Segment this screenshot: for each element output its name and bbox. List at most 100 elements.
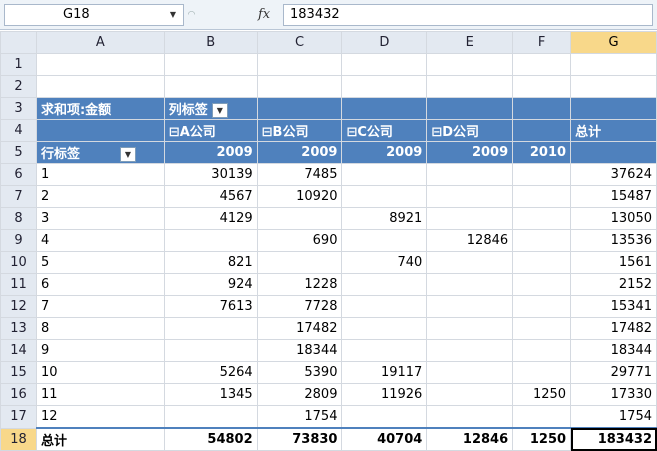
row-header[interactable]: 7: [0, 185, 37, 208]
pivot-value-cell[interactable]: 1345: [163, 383, 258, 406]
pivot-value-cell[interactable]: 1754: [570, 405, 657, 429]
grand-total-label[interactable]: 总计: [35, 427, 165, 451]
formula-bar-resize-icon[interactable]: ◜◝: [188, 4, 212, 26]
column-header-f[interactable]: F: [512, 31, 572, 54]
pivot-value-cell[interactable]: [163, 339, 258, 362]
cell[interactable]: [512, 97, 572, 120]
row-header[interactable]: 15: [0, 361, 37, 384]
pivot-value-cell[interactable]: [256, 251, 343, 274]
pivot-value-cell[interactable]: [341, 229, 428, 252]
pivot-value-cell[interactable]: [512, 405, 572, 429]
pivot-value-cell[interactable]: 15341: [570, 295, 657, 318]
cell[interactable]: [256, 75, 343, 98]
pivot-value-cell[interactable]: [426, 185, 514, 208]
select-all-corner[interactable]: [0, 31, 37, 54]
column-header-g[interactable]: G: [570, 31, 657, 54]
pivot-value-cell[interactable]: 17482: [570, 317, 657, 340]
cell[interactable]: [426, 53, 514, 76]
pivot-row-key[interactable]: 8: [35, 317, 165, 340]
pivot-value-cell[interactable]: 740: [341, 251, 428, 274]
pivot-value-cell[interactable]: [341, 405, 428, 429]
pivot-value-cell[interactable]: 17482: [256, 317, 343, 340]
pivot-value-cell[interactable]: [163, 229, 258, 252]
name-box-dropdown-icon[interactable]: ▼: [166, 4, 180, 26]
cell[interactable]: [163, 75, 258, 98]
row-header[interactable]: 13: [0, 317, 37, 340]
row-header[interactable]: 6: [0, 163, 37, 186]
pivot-value-cell[interactable]: 37624: [570, 163, 657, 186]
pivot-row-key[interactable]: 6: [35, 273, 165, 296]
pivot-value-cell[interactable]: [341, 163, 428, 186]
pivot-value-cell[interactable]: [512, 317, 572, 340]
pivot-value-cell[interactable]: 19117: [341, 361, 428, 384]
row-header[interactable]: 18: [0, 427, 37, 451]
pivot-value-cell[interactable]: [341, 317, 428, 340]
pivot-value-cell[interactable]: [341, 295, 428, 318]
pivot-company-header[interactable]: ⊟C公司: [341, 119, 428, 142]
pivot-value-cell[interactable]: [163, 405, 258, 429]
pivot-value-cell[interactable]: 1250: [512, 383, 572, 406]
pivot-year-header[interactable]: 2009: [256, 141, 343, 164]
row-header[interactable]: 1: [0, 53, 37, 76]
pivot-row-key[interactable]: 5: [35, 251, 165, 274]
pivot-value-cell[interactable]: 7485: [256, 163, 343, 186]
pivot-value-cell[interactable]: 7613: [163, 295, 258, 318]
name-box[interactable]: G18: [4, 4, 184, 26]
cell[interactable]: [256, 97, 343, 120]
pivot-value-cell[interactable]: 13536: [570, 229, 657, 252]
row-header[interactable]: 5: [0, 141, 37, 164]
pivot-year-header[interactable]: 2009: [426, 141, 514, 164]
pivot-value-cell[interactable]: [426, 317, 514, 340]
pivot-value-cell[interactable]: [341, 339, 428, 362]
pivot-value-cell[interactable]: 12846: [426, 427, 514, 451]
row-header[interactable]: 4: [0, 119, 37, 142]
cell[interactable]: [426, 75, 514, 98]
pivot-value-cell[interactable]: 690: [256, 229, 343, 252]
pivot-value-cell[interactable]: 11926: [341, 383, 428, 406]
pivot-value-cell[interactable]: 30139: [163, 163, 258, 186]
pivot-value-cell[interactable]: 4129: [163, 207, 258, 230]
pivot-value-cell[interactable]: 4567: [163, 185, 258, 208]
pivot-value-cell[interactable]: [426, 163, 514, 186]
pivot-value-cell[interactable]: 1754: [256, 405, 343, 429]
cell[interactable]: [426, 97, 514, 120]
pivot-value-cell[interactable]: [512, 339, 572, 362]
pivot-row-key[interactable]: 1: [35, 163, 165, 186]
pivot-row-key[interactable]: 9: [35, 339, 165, 362]
pivot-value-cell[interactable]: 12846: [426, 229, 514, 252]
pivot-value-cell[interactable]: 2152: [570, 273, 657, 296]
pivot-company-header[interactable]: ⊟B公司: [256, 119, 343, 142]
pivot-value-cell[interactable]: [512, 361, 572, 384]
pivot-value-cell[interactable]: 5264: [163, 361, 258, 384]
pivot-value-cell[interactable]: 17330: [570, 383, 657, 406]
pivot-total-header[interactable]: 总计: [570, 119, 657, 142]
pivot-value-cell[interactable]: [426, 361, 514, 384]
pivot-column-labels-cell[interactable]: 列标签 ▼: [163, 97, 258, 120]
pivot-year-header[interactable]: 2010: [512, 141, 572, 164]
cell[interactable]: [35, 53, 165, 76]
pivot-value-cell[interactable]: [512, 229, 572, 252]
cell[interactable]: [512, 53, 572, 76]
pivot-value-cell[interactable]: 1228: [256, 273, 343, 296]
pivot-value-cell[interactable]: 13050: [570, 207, 657, 230]
pivot-company-header[interactable]: ⊟D公司: [426, 119, 514, 142]
pivot-value-cell[interactable]: 1250: [512, 427, 572, 451]
pivot-value-cell[interactable]: [426, 295, 514, 318]
cell[interactable]: [570, 75, 657, 98]
pivot-value-cell[interactable]: 2809: [256, 383, 343, 406]
cell[interactable]: [341, 75, 428, 98]
filter-dropdown-icon[interactable]: ▼: [211, 103, 228, 118]
pivot-value-cell[interactable]: [512, 185, 572, 208]
cell[interactable]: [570, 97, 657, 120]
column-header-a[interactable]: A: [35, 31, 165, 54]
pivot-value-cell[interactable]: [256, 207, 343, 230]
pivot-row-labels-cell[interactable]: 行标签 ▼: [35, 141, 165, 164]
pivot-value-cell[interactable]: [426, 273, 514, 296]
pivot-row-key[interactable]: 7: [35, 295, 165, 318]
row-header[interactable]: 17: [0, 405, 37, 429]
pivot-year-header[interactable]: 2009: [341, 141, 428, 164]
cell[interactable]: [35, 75, 165, 98]
column-header-d[interactable]: D: [341, 31, 428, 54]
pivot-value-cell[interactable]: 1561: [570, 251, 657, 274]
row-header[interactable]: 3: [0, 97, 37, 120]
